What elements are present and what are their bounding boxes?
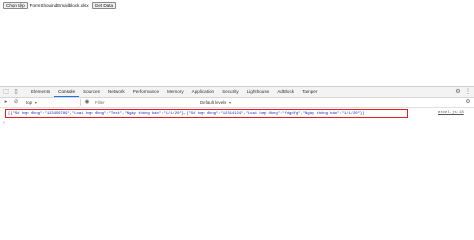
log-levels-dropdown[interactable]: Default levels ▼ (200, 99, 232, 107)
tab-tamper[interactable]: Tamper (298, 87, 321, 97)
tab-sources[interactable]: Sources (79, 87, 104, 97)
console-log-text: [{"Số hợp đồng":"123456789","Loại hợp đồ… (8, 112, 365, 116)
tab-console[interactable]: Console (54, 87, 80, 97)
devtools-tabbar: ⬚ ▯ Elements Console Sources Network Per… (0, 87, 474, 98)
web-page: Chọn tệp FormShouindEmailblock.xlsx Get … (0, 0, 474, 86)
tab-performance[interactable]: Performance (129, 87, 163, 97)
console-filter-input[interactable] (95, 99, 195, 106)
eye-icon[interactable]: ◉ (83, 98, 91, 107)
devtools-panel: ⬚ ▯ Elements Console Sources Network Per… (0, 86, 474, 219)
context-selector[interactable]: top ▼ (26, 99, 38, 107)
chevron-down-icon: ▼ (34, 101, 38, 105)
selected-file-name: FormShouindEmailblock.xlsx (29, 3, 89, 8)
more-options-icon[interactable]: ⋮ (464, 88, 472, 96)
device-toolbar-icon[interactable]: ▯ (12, 88, 20, 96)
tab-elements[interactable]: Elements (27, 87, 54, 97)
chevron-down-icon: ▼ (228, 101, 232, 105)
console-log-message: [{"Số hợp đồng":"123456789","Loại hợp đồ… (5, 109, 408, 118)
tab-lighthouse[interactable]: Lighthouse (243, 87, 273, 97)
devtools-tabs: Elements Console Sources Network Perform… (27, 87, 321, 97)
get-data-button[interactable]: Get Data (91, 2, 117, 9)
tab-adblock[interactable]: AdBlock (273, 87, 298, 97)
console-settings-icon[interactable]: ⚙ (464, 98, 472, 107)
toolbar-divider (80, 99, 81, 106)
choose-file-button[interactable]: Chọn tệp (3, 2, 28, 9)
tab-memory[interactable]: Memory (163, 87, 188, 97)
inspect-element-icon[interactable]: ⬚ (2, 88, 10, 96)
upload-row: Chọn tệp FormShouindEmailblock.xlsx Get … (3, 2, 117, 9)
context-selector-label: top (26, 100, 33, 105)
console-toolbar: ▸ ⊘ top▼ ◉ Default levels▼ ⚙ (0, 98, 474, 108)
console-prompt-icon[interactable]: › (3, 120, 5, 126)
log-levels-label: Default levels (200, 100, 227, 105)
tab-security[interactable]: Security (218, 87, 243, 97)
tab-network[interactable]: Network (104, 87, 129, 97)
settings-gear-icon[interactable]: ⚙ (454, 88, 462, 96)
console-sidebar-icon[interactable]: ▸ (2, 98, 10, 107)
clear-console-icon[interactable]: ⊘ (12, 98, 20, 107)
log-source-link[interactable]: excel.js:18 (438, 110, 464, 116)
tab-application[interactable]: Application (188, 87, 218, 97)
